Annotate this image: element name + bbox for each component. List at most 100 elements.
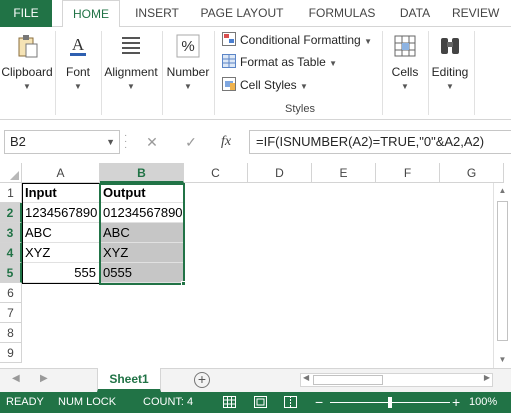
editing-label: Editing — [431, 65, 469, 79]
page-layout-view-icon[interactable] — [254, 396, 267, 408]
tab-insert[interactable]: INSERT — [127, 0, 187, 27]
status-mode: READY — [6, 396, 44, 408]
row-header-8[interactable]: 8 — [0, 323, 22, 343]
previous-sheet-icon[interactable]: ◀ — [12, 373, 20, 384]
binoculars-icon — [441, 38, 459, 54]
cell-styles-button[interactable]: Cell Styles ▼ — [222, 75, 308, 95]
format-as-table-button[interactable]: Format as Table ▼ — [222, 52, 337, 72]
conditional-formatting-icon — [222, 32, 236, 46]
cell-styles-icon — [222, 77, 236, 91]
status-num-lock: NUM LOCK — [58, 396, 117, 408]
formula-bar-grip[interactable]: · · · — [124, 131, 130, 153]
column-header-c[interactable]: C — [184, 163, 248, 183]
cell-a2[interactable]: 1234567890 — [22, 203, 100, 223]
cell-b2[interactable]: 01234567890 — [100, 203, 184, 223]
cell-b5[interactable]: 0555 — [100, 263, 184, 283]
tab-file[interactable]: FILE — [0, 0, 52, 27]
worksheet-grid: A B C D E F G 1 2 3 4 5 6 7 8 9 Input Ou… — [0, 163, 511, 368]
divider — [474, 31, 475, 115]
column-header-e[interactable]: E — [312, 163, 376, 183]
horizontal-scroll-thumb[interactable] — [313, 375, 383, 385]
cell-a4[interactable]: XYZ — [22, 243, 100, 263]
name-box-value: B2 — [10, 134, 26, 149]
zoom-in-icon[interactable]: + — [452, 392, 460, 413]
divider — [382, 31, 383, 115]
cell-a3[interactable]: ABC — [22, 223, 100, 243]
cell-a1[interactable]: Input — [22, 183, 100, 203]
row-header-6[interactable]: 6 — [0, 283, 22, 303]
font-icon: A — [70, 35, 86, 56]
sheet-tab-sheet1[interactable]: Sheet1 — [97, 368, 161, 392]
tab-data[interactable]: DATA — [392, 0, 438, 27]
font-label: Font — [65, 65, 90, 79]
column-header-a[interactable]: A — [22, 163, 100, 183]
divider — [214, 31, 215, 115]
number-label: Number — [166, 65, 210, 79]
svg-text:%: % — [181, 38, 194, 55]
editing-group[interactable]: Editing ▼ — [430, 27, 470, 120]
cell-b1[interactable]: Output — [100, 183, 184, 203]
add-sheet-icon[interactable]: + — [194, 372, 210, 388]
select-all-button[interactable] — [0, 163, 22, 183]
alignment-icon — [122, 37, 140, 54]
tab-review[interactable]: REVIEW — [452, 0, 511, 27]
column-header-g[interactable]: G — [440, 163, 504, 183]
cells-icon — [394, 35, 416, 57]
cell-b3[interactable]: ABC — [100, 223, 184, 243]
percent-icon: % — [176, 34, 200, 58]
column-header-d[interactable]: D — [248, 163, 312, 183]
scroll-right-icon[interactable]: ▶ — [484, 373, 490, 382]
tab-home[interactable]: HOME — [62, 0, 120, 28]
row-header-5[interactable]: 5 — [0, 263, 22, 283]
format-as-table-label: Format as Table — [240, 55, 326, 69]
zoom-level[interactable]: 100% — [469, 392, 497, 413]
clipboard-label: Clipboard — [1, 65, 53, 79]
zoom-slider-thumb[interactable] — [388, 397, 392, 408]
insert-function-button[interactable]: fx — [215, 131, 237, 153]
divider — [55, 31, 56, 115]
chevron-down-icon[interactable]: ▼ — [106, 131, 115, 153]
chevron-down-icon: ▼ — [184, 82, 192, 91]
cells-label: Cells — [391, 65, 419, 79]
cancel-button[interactable]: ✕ — [141, 131, 163, 153]
tab-page-layout[interactable]: PAGE LAYOUT — [194, 0, 290, 27]
styles-group-label: Styles — [285, 103, 315, 115]
next-sheet-icon[interactable]: ▶ — [40, 373, 48, 384]
ribbon: Clipboard ▼ A Font ▼ Alignment ▼ % Numbe… — [0, 27, 511, 120]
formula-input[interactable]: =IF(ISNUMBER(A2)=TRUE,"0"&A2,A2) — [249, 130, 511, 154]
alignment-group[interactable]: Alignment ▼ — [102, 27, 160, 120]
horizontal-scrollbar[interactable]: ◀ ▶ — [300, 373, 493, 387]
row-header-3[interactable]: 3 — [0, 223, 22, 243]
chevron-down-icon: ▼ — [401, 82, 409, 91]
enter-button[interactable]: ✓ — [180, 131, 202, 153]
scroll-down-icon[interactable]: ▼ — [494, 352, 511, 368]
row-header-1[interactable]: 1 — [0, 183, 22, 203]
scroll-up-icon[interactable]: ▲ — [494, 183, 511, 199]
normal-view-icon[interactable] — [223, 396, 236, 408]
chevron-down-icon: ▼ — [446, 82, 454, 91]
cells-group[interactable]: Cells ▼ — [384, 27, 426, 120]
row-header-7[interactable]: 7 — [0, 303, 22, 323]
name-box[interactable]: B2 ▼ — [4, 130, 120, 154]
zoom-out-icon[interactable]: − — [315, 392, 323, 413]
cell-styles-label: Cell Styles — [240, 78, 297, 92]
sheet-tab-bar: ◀ ▶ Sheet1 + ◀ ▶ — [0, 368, 511, 392]
row-header-4[interactable]: 4 — [0, 243, 22, 263]
font-group[interactable]: A Font ▼ — [58, 27, 98, 120]
scroll-left-icon[interactable]: ◀ — [303, 373, 309, 382]
column-header-b[interactable]: B — [100, 163, 184, 183]
column-header-f[interactable]: F — [376, 163, 440, 183]
page-break-view-icon[interactable] — [284, 396, 297, 408]
scroll-thumb[interactable] — [497, 201, 508, 341]
conditional-formatting-button[interactable]: Conditional Formatting ▼ — [222, 30, 372, 50]
number-group[interactable]: % Number ▼ — [164, 27, 212, 120]
tab-formulas[interactable]: FORMULAS — [300, 0, 384, 27]
row-header-2[interactable]: 2 — [0, 203, 22, 223]
chevron-down-icon: ▼ — [23, 82, 31, 91]
clipboard-group[interactable]: Clipboard ▼ — [0, 27, 54, 120]
fill-handle[interactable] — [181, 281, 186, 286]
cell-b4[interactable]: XYZ — [100, 243, 184, 263]
row-header-9[interactable]: 9 — [0, 343, 22, 363]
cell-a5[interactable]: 555 — [22, 263, 100, 283]
vertical-scrollbar[interactable]: ▲ ▼ — [493, 183, 511, 368]
